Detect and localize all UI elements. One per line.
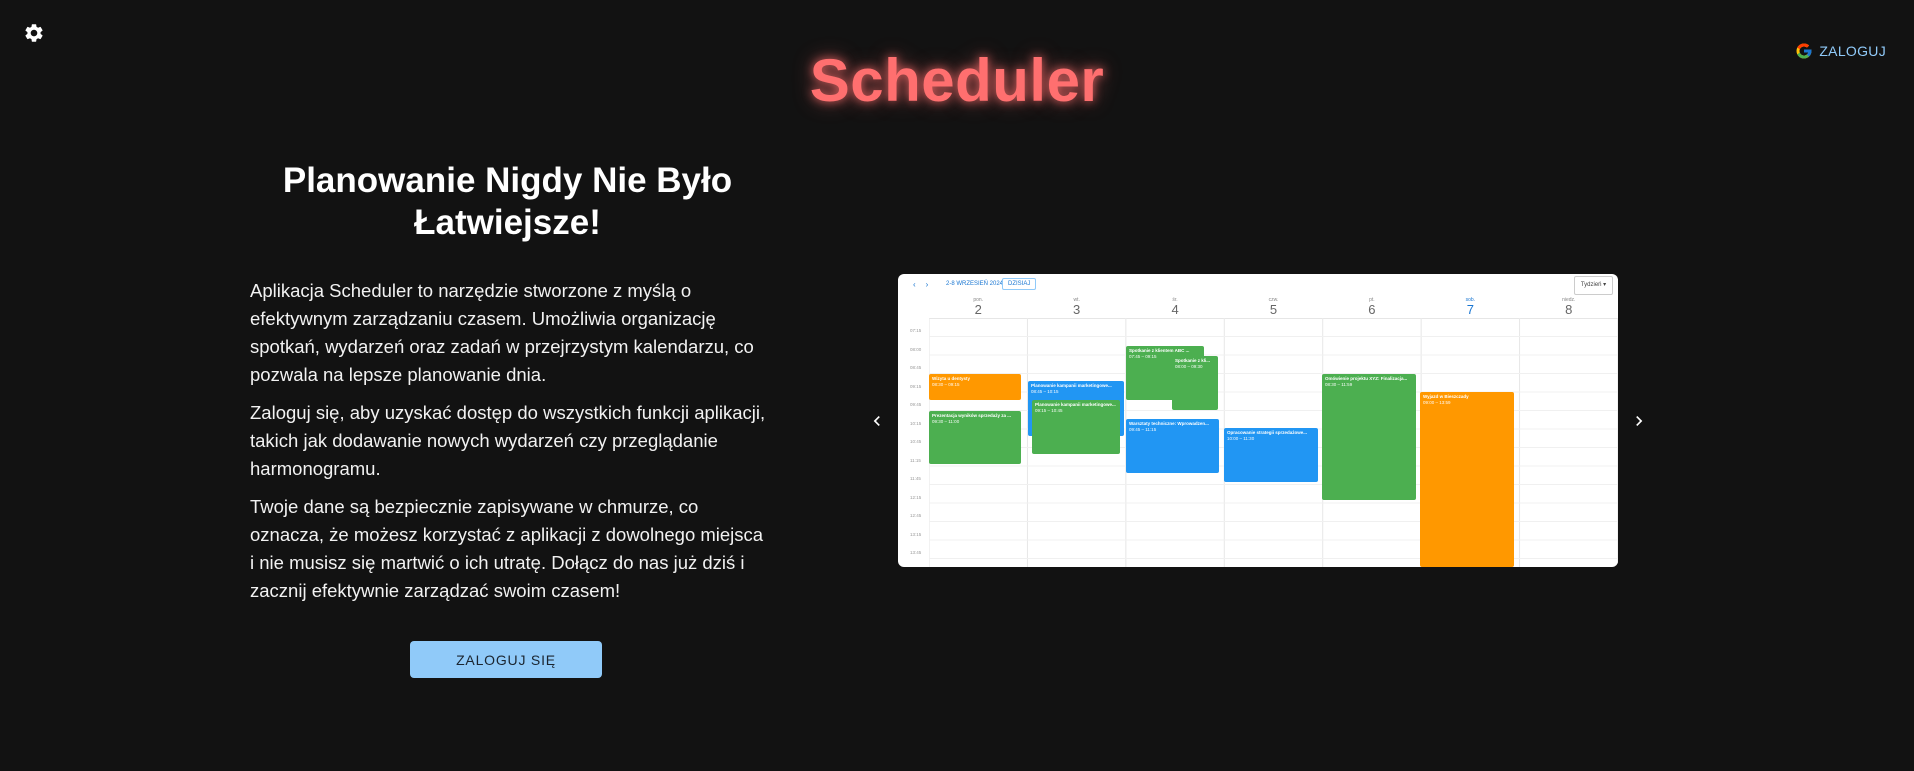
chevron-left-icon xyxy=(873,416,880,426)
preview-time-label: 10:45 xyxy=(910,439,922,444)
preview-event-time: 08:00 – 09:30 xyxy=(1175,364,1203,369)
preview-event-time: 09:00 – 13:59 xyxy=(1423,400,1451,405)
preview-day-header: niedz. 8 xyxy=(1520,296,1618,318)
preview-today-button: DZISIAJ xyxy=(1002,278,1037,290)
carousel-prev-button[interactable] xyxy=(865,409,889,433)
preview-toolbar: ‹› 2-8 WRZESIEŃ 2024 DZISIAJ Tydzień ▾ xyxy=(898,274,1618,296)
preview-event-time: 10:00 – 11:30 xyxy=(1227,436,1255,441)
preview-event-time: 08:30 – 09:15 xyxy=(932,382,960,387)
app-title: Scheduler xyxy=(809,47,1105,114)
preview-event: Wyjazd w Bieszczady 09:00 – 13:59 xyxy=(1420,392,1514,567)
preview-day-number: 8 xyxy=(1565,302,1573,317)
preview-day-header: pon. 2 xyxy=(929,296,1027,318)
settings-button[interactable] xyxy=(20,19,48,47)
gear-icon xyxy=(25,24,43,42)
description-paragraph: Zaloguj się, aby uzyskać dostęp do wszys… xyxy=(250,402,766,479)
preview-event-time: 09:30 – 11:00 xyxy=(932,419,960,424)
preview-event: Opracowanie strategii sprzedażowe... 10:0… xyxy=(1224,428,1318,482)
preview-day-header: pt. 6 xyxy=(1323,296,1421,318)
preview-event: Omówienie projektu XYZ: Finalizacja... 08… xyxy=(1322,374,1416,500)
preview-time-label: 11:45 xyxy=(910,476,921,481)
preview-time-label: 08:45 xyxy=(910,365,922,370)
preview-event: Spotkanie z kli... 08:00 – 09:30 xyxy=(1172,356,1218,410)
preview-day-number: 2 xyxy=(974,302,982,317)
landing-page: Scheduler ZALOGUJ Planowanie Nigdy Nie B… xyxy=(0,0,1914,771)
carousel-next-button[interactable] xyxy=(1627,409,1651,433)
preview-event-time: 09:45 – 11:15 xyxy=(1129,427,1157,432)
preview-time-label: 11:15 xyxy=(910,457,921,463)
description-paragraph: Aplikacja Scheduler to narzędzie stworzo… xyxy=(250,280,754,385)
preview-event: Wizyta u dentysty 08:30 – 09:15 xyxy=(929,374,1021,400)
preview-event-time: 08:45 – 10:15 xyxy=(1031,389,1059,394)
headline-line-1: Planowanie Nigdy Nie Było xyxy=(282,161,733,200)
login-button[interactable]: ZALOGUJ SIĘ xyxy=(410,641,602,678)
calendar-preview-image: ‹› 2-8 WRZESIEŃ 2024 DZISIAJ Tydzień ▾ p… xyxy=(898,274,1618,567)
preview-day-header: śr. 4 xyxy=(1126,296,1224,318)
preview-event: Planowanie kampanii marketingowe... 09:15… xyxy=(1032,400,1120,454)
preview-view-label: Tydzień xyxy=(1580,282,1602,288)
google-icon xyxy=(1796,43,1812,59)
preview-day-number: 5 xyxy=(1269,302,1278,317)
preview-nav-arrows: ‹› xyxy=(913,280,939,289)
preview-day-header: wt. 3 xyxy=(1027,296,1125,318)
chevron-right-icon xyxy=(1636,416,1643,426)
preview-day-number: 4 xyxy=(1171,302,1179,317)
hero-description: Aplikacja Scheduler to narzędzie stworzo… xyxy=(250,277,770,615)
preview-time-label: 10:15 xyxy=(910,420,922,426)
preview-day-number: 3 xyxy=(1073,302,1081,317)
preview-time-label: 09:45 xyxy=(910,402,922,407)
preview-time-label: 12:15 xyxy=(910,494,922,500)
preview-day-headers: pon. 2 wt. 3 śr. 4 czw. 5 pt. 6 sob. 7 niedz. 8 xyxy=(929,296,1618,319)
preview-time-label: 08:00 xyxy=(910,346,922,352)
preview-day-number: 6 xyxy=(1368,302,1376,317)
headline-line-2: Łatwiejsze! xyxy=(414,203,601,242)
preview-time-label: 12:45 xyxy=(910,513,922,518)
preview-time-column: 07:15 08:00 08:45 09:15 09:45 10:15 10:45 11:15… xyxy=(898,318,929,567)
preview-event: Prezentacja wyników sprzedaży za ... 09:3… xyxy=(929,411,1021,464)
google-login-button[interactable]: ZALOGUJ xyxy=(1795,40,1886,62)
preview-range-label: 2-8 WRZESIEŃ 2024 xyxy=(946,281,1004,287)
preview-event-time: 08:30 – 11:59 xyxy=(1325,382,1353,387)
preview-event: Warsztaty techniczne: Wprowadzen... 09:45… xyxy=(1126,419,1219,473)
preview-view-select: Tydzień ▾ xyxy=(1574,276,1613,295)
description-paragraph: Twoje dane są bezpiecznie zapisywane w c… xyxy=(250,496,764,601)
hero-headline: Planowanie Nigdy Nie Było Łatwiejsze! xyxy=(235,160,780,244)
preview-event-time: 09:15 – 10:45 xyxy=(1035,408,1063,413)
preview-time-label: 13:45 xyxy=(910,550,922,555)
preview-time-label: 13:15 xyxy=(910,531,922,537)
login-label: ZALOGUJ xyxy=(1819,43,1886,59)
preview-day-header: sob. 7 xyxy=(1421,296,1519,318)
preview-time-label: 09:15 xyxy=(910,383,922,389)
preview-day-number: 7 xyxy=(1466,302,1474,317)
preview-day-header: czw. 5 xyxy=(1224,296,1322,318)
preview-time-label: 07:15 xyxy=(910,328,922,333)
